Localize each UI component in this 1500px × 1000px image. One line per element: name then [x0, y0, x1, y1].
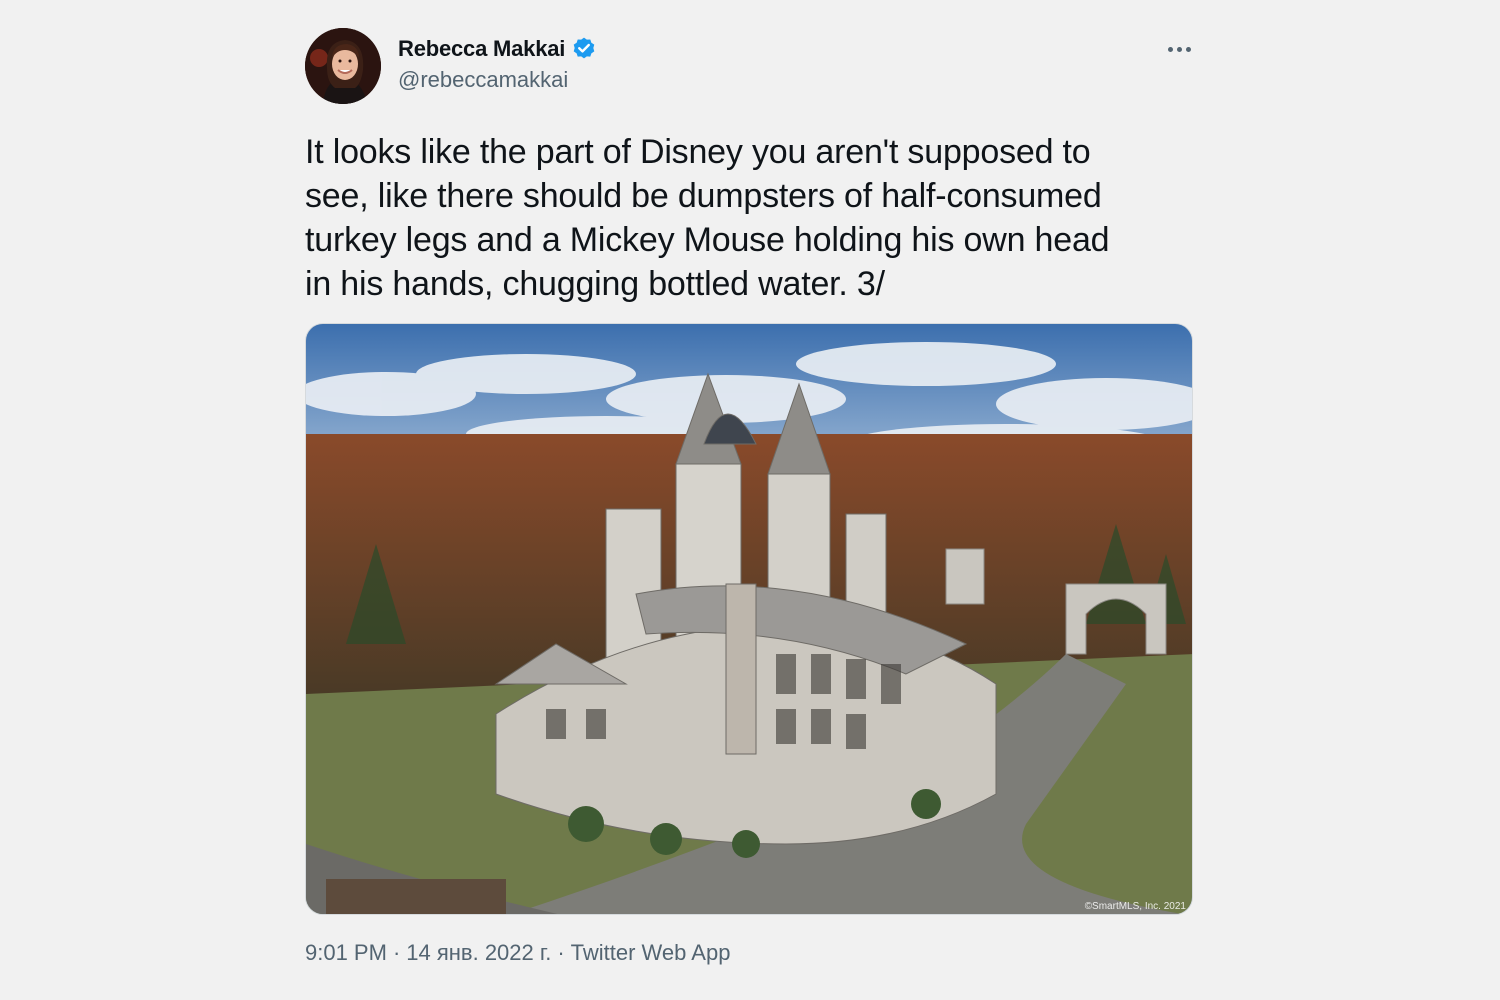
- author-display-name[interactable]: Rebecca Makkai: [398, 36, 565, 62]
- more-options-icon[interactable]: [1160, 34, 1198, 64]
- author-name-row[interactable]: Rebecca Makkai: [398, 34, 597, 64]
- tweet-source[interactable]: Twitter Web App: [571, 940, 731, 966]
- photo-watermark: ©SmartMLS, Inc. 2021: [1084, 901, 1186, 912]
- avatar[interactable]: [305, 28, 381, 104]
- tweet-photo[interactable]: ©SmartMLS, Inc. 2021: [305, 323, 1193, 915]
- verified-badge-icon: [571, 36, 597, 62]
- tweet-date[interactable]: 14 янв. 2022 г.: [406, 940, 551, 966]
- tweet-meta: 9:01 PM · 14 янв. 2022 г. · Twitter Web …: [305, 940, 730, 966]
- author-handle[interactable]: @rebeccamakkai: [398, 67, 568, 93]
- tweet: Rebecca Makkai @rebeccamakkai It looks l…: [0, 0, 1500, 1000]
- tweet-text: It looks like the part of Disney you are…: [305, 133, 1110, 303]
- tweet-time[interactable]: 9:01 PM: [305, 940, 387, 966]
- castle-photo: [306, 324, 1192, 914]
- meta-separator: ·: [392, 940, 401, 965]
- meta-separator: ·: [557, 940, 565, 965]
